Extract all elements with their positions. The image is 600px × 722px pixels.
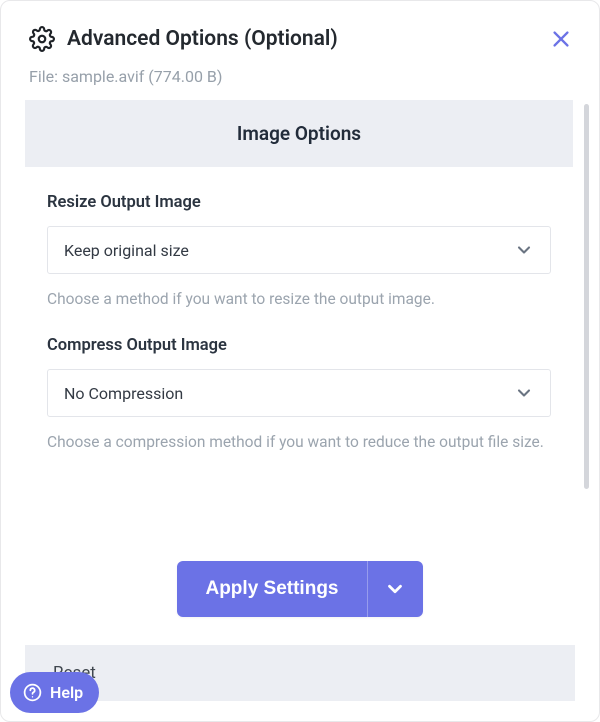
dialog-header: Advanced Options (Optional) [1, 1, 599, 67]
gear-icon [29, 26, 55, 52]
apply-button[interactable]: Apply Settings [177, 561, 366, 617]
resize-select[interactable]: Keep original size [47, 226, 551, 274]
compress-help-text: Choose a compression method if you want … [47, 431, 551, 453]
help-icon [22, 682, 43, 703]
apply-button-group: Apply Settings [177, 561, 422, 617]
dialog-actions: Apply Settings Reset [25, 561, 575, 701]
dialog-title: Advanced Options (Optional) [67, 27, 547, 51]
help-button[interactable]: Help [10, 672, 99, 713]
compress-option-group: Compress Output Image No Compression Cho… [25, 310, 573, 453]
resize-option-group: Resize Output Image Keep original size C… [25, 167, 573, 310]
chevron-down-icon [514, 240, 534, 260]
file-name: sample.avif [62, 67, 144, 86]
options-scroll-area: Image Options Resize Output Image Keep o… [25, 100, 591, 520]
file-size: (774.00 B) [148, 67, 222, 86]
close-button[interactable] [547, 25, 575, 53]
compress-label: Compress Output Image [47, 336, 551, 355]
chevron-down-icon [514, 383, 534, 403]
file-info: File: sample.avif (774.00 B) [1, 67, 599, 100]
compress-selected-value: No Compression [64, 384, 183, 403]
compress-select[interactable]: No Compression [47, 369, 551, 417]
chevron-down-icon [384, 578, 406, 600]
apply-menu-button[interactable] [367, 561, 423, 617]
reset-button[interactable]: Reset [25, 645, 575, 701]
resize-selected-value: Keep original size [64, 241, 189, 260]
scrollbar[interactable] [584, 104, 589, 489]
section-title: Image Options [25, 100, 573, 167]
file-label: File: [29, 67, 58, 86]
resize-label: Resize Output Image [47, 193, 551, 212]
help-label: Help [50, 683, 83, 702]
resize-help-text: Choose a method if you want to resize th… [47, 288, 551, 310]
